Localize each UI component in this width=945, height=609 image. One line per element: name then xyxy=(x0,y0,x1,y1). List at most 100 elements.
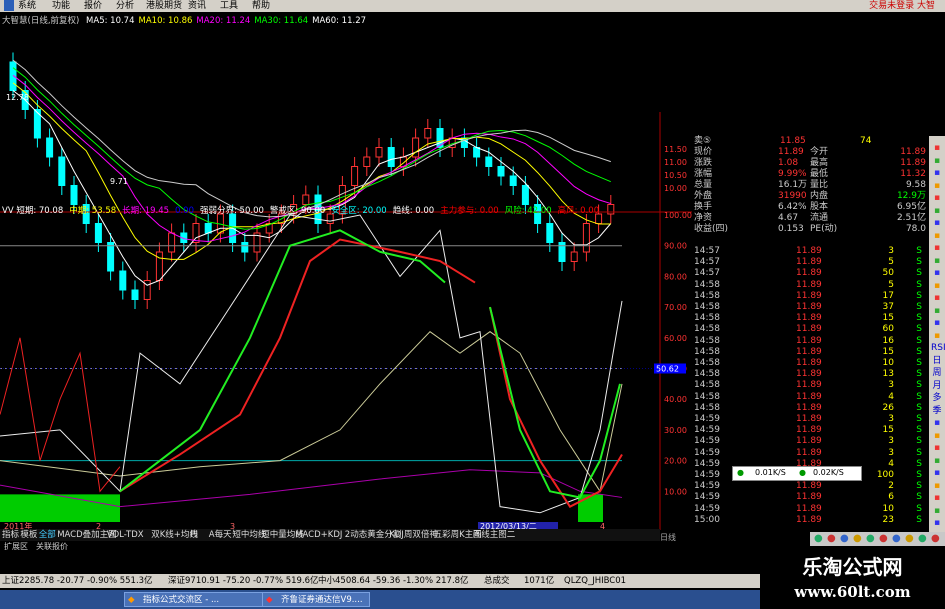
ime-icon[interactable]: ● xyxy=(892,533,901,544)
toolbar-button[interactable]: ▪ xyxy=(931,305,943,317)
toolbar-button[interactable]: ▪ xyxy=(931,192,943,204)
chart-area[interactable]: 11.5011.0010.5010.00 100.0090.0080.0070.… xyxy=(0,12,692,530)
indicator-tab[interactable]: VOL-TDX xyxy=(107,529,144,541)
tick-row: 14:58 11.89 10 S xyxy=(692,358,928,369)
toolbar-button[interactable]: ▪ xyxy=(931,267,943,279)
candle-body xyxy=(70,185,78,205)
tick-side: S xyxy=(916,358,922,368)
toolbar-button[interactable]: ▪ xyxy=(931,155,943,167)
indicator-legend-item: 趋线: 0.00 xyxy=(392,206,435,216)
candle-body xyxy=(46,137,54,158)
quote-label: 量比 xyxy=(810,180,829,190)
ime-icon[interactable]: ● xyxy=(814,533,823,544)
tick-row: 14:58 11.89 15 S xyxy=(692,313,928,324)
tick-volume: 3 xyxy=(888,447,894,458)
ime-icon[interactable]: ● xyxy=(918,533,927,544)
ime-icon[interactable]: ● xyxy=(866,533,875,544)
toolbar-button[interactable]: ▪ xyxy=(931,230,943,242)
indicator-tab[interactable]: KDJ周双倍神 xyxy=(389,529,438,541)
toolbar-button[interactable]: ▪ xyxy=(931,280,943,292)
ime-icon[interactable]: ● xyxy=(827,533,836,544)
toolbar-button[interactable]: ▪ xyxy=(931,505,943,517)
toolbar-button[interactable]: ▪ xyxy=(931,317,943,329)
quote-row: 外盘 31990 内盘 12.9万 xyxy=(660,191,928,202)
menu-item-tools[interactable]: 工具 xyxy=(220,0,238,12)
ime-icon[interactable]: ● xyxy=(931,533,940,544)
toolbar-button[interactable]: ▪ xyxy=(931,217,943,229)
menu-item-analysis[interactable]: 分析 xyxy=(116,0,134,12)
toolbar-button[interactable]: ▪ xyxy=(931,167,943,179)
toolbar-button[interactable]: ▪ xyxy=(931,330,943,342)
toolbar-button[interactable]: 季 xyxy=(931,405,943,417)
ime-icon[interactable]: ● xyxy=(905,533,914,544)
indicator-tab[interactable]: MACD+KDJ xyxy=(295,529,342,541)
tick-time: 14:59 xyxy=(694,414,720,424)
extension-tab[interactable]: 扩展区 xyxy=(4,541,28,552)
toolbar-button[interactable]: ▪ xyxy=(931,180,943,192)
tick-volume: 3 xyxy=(888,380,894,391)
indicator-tabs: 指标 模板 全部 MACD叠加主图 VOL-TDX 双K线+均线 PI A每天 短中均线 短中量均… xyxy=(0,529,660,541)
indicator-tab[interactable]: 指标 xyxy=(2,529,19,541)
toolbar-button[interactable]: ▪ xyxy=(931,455,943,467)
menu-item-system[interactable]: 系统 xyxy=(18,0,36,12)
candle-body xyxy=(473,147,481,158)
ime-icon[interactable]: ● xyxy=(879,533,888,544)
toolbar-button[interactable]: 多 xyxy=(931,392,943,404)
tick-row: 15:00 11.89 23 S xyxy=(692,515,928,526)
index-sh[interactable]: 上证2285.78 -20.77 -0.90% 551.3亿 xyxy=(2,574,153,588)
tick-side: S xyxy=(916,402,922,413)
index-zx[interactable]: 中小4508.64 -59.36 -1.30% 217.8亿 xyxy=(318,574,469,588)
taskbar-item-forum[interactable]: ◆ 指标公式交流区 - ... xyxy=(124,592,274,607)
indicator-tab[interactable]: A每天 xyxy=(209,529,232,541)
tick-row: 14:57 11.89 5 S xyxy=(692,257,928,268)
menu-item-help[interactable]: 帮助 xyxy=(252,0,270,12)
menu-item-function[interactable]: 功能 xyxy=(52,0,70,12)
indicator-legend-item: 长期: 19.45 xyxy=(122,206,170,216)
taskbar-item-tdx[interactable]: ◆ 齐鲁证券通达信V9.... xyxy=(262,592,370,607)
toolbar-button[interactable]: 周 xyxy=(931,367,943,379)
indicator-axis-tick: 80.00 xyxy=(664,272,687,281)
toolbar-button[interactable]: ▪ xyxy=(931,517,943,529)
toolbar-button[interactable]: ▪ xyxy=(931,442,943,454)
candle-body xyxy=(485,156,493,167)
toolbar-button[interactable]: ▪ xyxy=(931,417,943,429)
indicator-tab[interactable]: 全部 xyxy=(39,529,56,541)
toolbar-button[interactable]: RSI xyxy=(931,342,945,354)
tick-time: 14:59 xyxy=(694,447,720,458)
toolbar-button[interactable]: ▪ xyxy=(931,480,943,492)
toolbar-button[interactable]: ▪ xyxy=(931,255,943,267)
menu-item-futures[interactable]: 港股期货 xyxy=(146,0,182,12)
indicator-tab[interactable]: PI xyxy=(190,529,198,541)
toolbar-button[interactable]: ▪ xyxy=(931,142,943,154)
indicator-tab[interactable]: 画线主图二 xyxy=(473,529,516,541)
tick-time: 14:58 xyxy=(694,313,720,324)
toolbar-button[interactable]: ▪ xyxy=(931,492,943,504)
trade-login-status[interactable]: 交易未登录 大智 xyxy=(869,0,935,12)
toolbar-button[interactable]: 日 xyxy=(931,355,943,367)
tick-row: 14:58 11.89 13 S xyxy=(692,369,928,380)
menu-item-news[interactable]: 资讯 xyxy=(188,0,206,12)
indicator-tab[interactable]: 模板 xyxy=(20,529,37,541)
toolbar-button[interactable]: ▪ xyxy=(931,242,943,254)
tick-side: S xyxy=(916,302,922,312)
quote-label: 总量 xyxy=(694,180,713,190)
indicator-legend-item: 高风: 0.00 xyxy=(557,206,600,216)
extension-tab[interactable]: 关联报价 xyxy=(36,541,68,552)
tick-time: 14:58 xyxy=(694,358,720,368)
status-bar: 上证2285.78 -20.77 -0.90% 551.3亿 深证9710.91… xyxy=(0,574,760,588)
quote-row: 涨幅 9.99% 最低 11.32 xyxy=(660,169,928,180)
tick-price: 11.89 xyxy=(796,402,822,413)
toolbar-button[interactable]: 月 xyxy=(931,380,943,392)
candle-body xyxy=(607,204,615,215)
toolbar-button[interactable]: ▪ xyxy=(931,205,943,217)
menu-item-quote[interactable]: 报价 xyxy=(84,0,102,12)
index-sz[interactable]: 深证9710.91 -75.20 -0.77% 519.6亿 xyxy=(168,574,319,588)
tick-price: 11.89 xyxy=(796,335,822,346)
period-label[interactable]: 日线 xyxy=(660,532,690,542)
toolbar-button[interactable]: ▪ xyxy=(931,430,943,442)
ime-icon[interactable]: ● xyxy=(840,533,849,544)
tick-side: S xyxy=(916,257,922,268)
toolbar-button[interactable]: ▪ xyxy=(931,467,943,479)
toolbar-button[interactable]: ▪ xyxy=(931,292,943,304)
ime-icon[interactable]: ● xyxy=(853,533,862,544)
